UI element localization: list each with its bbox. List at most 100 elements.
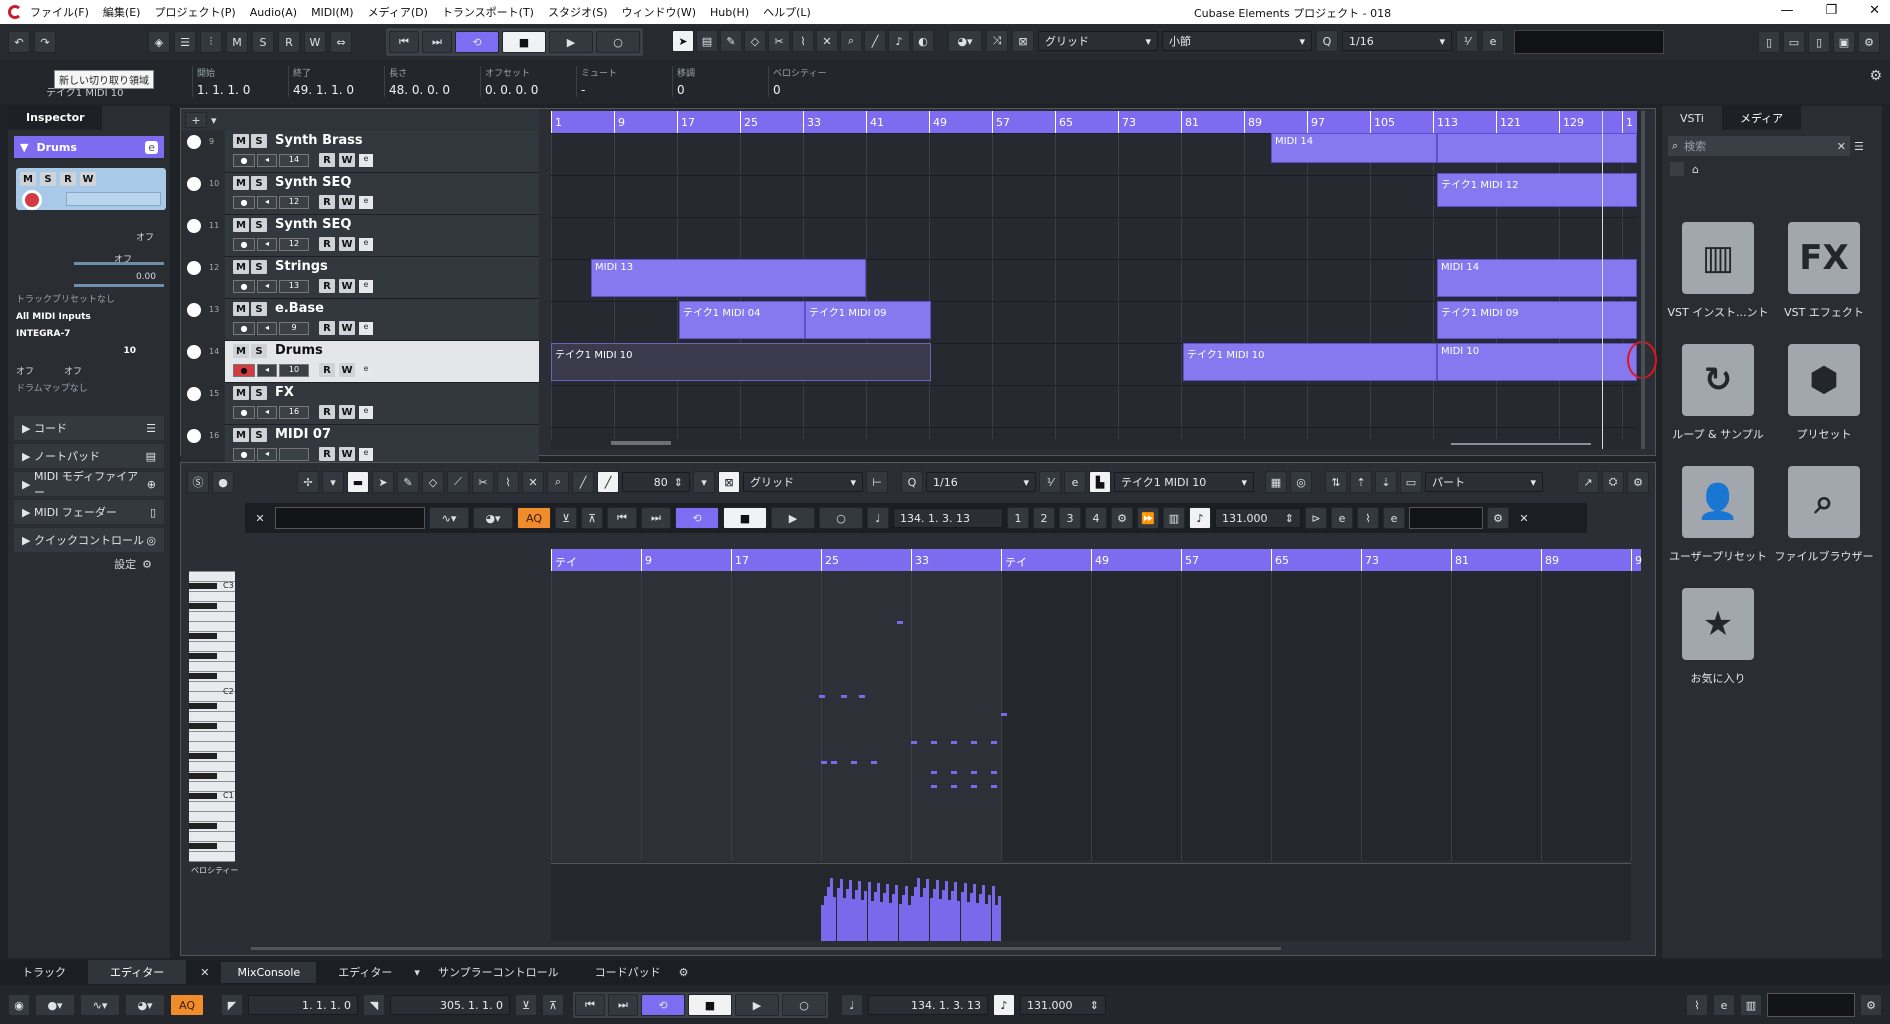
- piano-key[interactable]: [189, 641, 235, 642]
- piano-key[interactable]: [189, 661, 235, 662]
- right-locator[interactable]: 305. 1. 1. 0: [390, 995, 510, 1015]
- editor-snap-select[interactable]: グリッド ▾: [743, 472, 863, 492]
- speaker-tool-icon[interactable]: ♪: [888, 30, 910, 52]
- loop-icon[interactable]: ↻: [1682, 344, 1754, 416]
- clip-midi14-top-r[interactable]: [1437, 133, 1637, 163]
- track-name[interactable]: Synth SEQ: [275, 175, 351, 190]
- close-icon[interactable]: ✕: [200, 966, 209, 979]
- track-write-button[interactable]: W: [339, 279, 355, 293]
- midi-note[interactable]: [851, 761, 857, 764]
- nudge-icon[interactable]: ◕▾: [948, 30, 982, 52]
- mouse-pitch-icon[interactable]: ⇡: [1350, 471, 1372, 493]
- constrain-delay-icon[interactable]: ◈: [148, 31, 170, 53]
- info-cell[interactable]: 長さ 48. 0. 0. 0: [384, 66, 480, 97]
- project-ruler[interactable]: 1 9 17 25 33 41 49 57 65 73 81 89 97 105 113 121 129 1: [551, 111, 1637, 133]
- edit-icon[interactable]: e: [1331, 507, 1353, 529]
- record-mode-icon[interactable]: ●▾: [35, 994, 75, 1016]
- punch-out-icon[interactable]: ⊼: [581, 507, 603, 529]
- piano-key[interactable]: [189, 621, 235, 622]
- midi-note[interactable]: [971, 741, 977, 744]
- record-icon[interactable]: ○: [782, 994, 826, 1016]
- menu-item[interactable]: メディア(D): [368, 4, 428, 20]
- user-preset-icon[interactable]: 👤: [1682, 466, 1754, 538]
- eraser-tool-icon[interactable]: ◇: [744, 30, 766, 52]
- collapse-icon[interactable]: ▼: [20, 141, 28, 154]
- info-cell[interactable]: 移調 0: [672, 66, 768, 97]
- track-list-icon[interactable]: ☰: [174, 31, 196, 53]
- write-button[interactable]: W: [80, 172, 96, 186]
- menu-item[interactable]: プロジェクト(P): [154, 4, 235, 20]
- inspector-settings[interactable]: 設定 ⚙: [8, 556, 170, 572]
- piano-key[interactable]: [189, 731, 235, 732]
- drum-map-select[interactable]: ドラムマップなし: [16, 381, 166, 398]
- solo-editor-icon[interactable]: Ⓢ: [187, 471, 209, 493]
- file-browser-icon[interactable]: ⌕: [1788, 466, 1860, 538]
- marker-3-icon[interactable]: 3: [1059, 507, 1081, 529]
- left-locator[interactable]: 1. 1. 1. 0: [248, 995, 358, 1015]
- horizontal-scrollbar[interactable]: [611, 441, 671, 445]
- right-locator-icon[interactable]: ◥: [363, 994, 385, 1016]
- mute-all-button[interactable]: M: [226, 31, 248, 53]
- part-select[interactable]: テイク1 MIDI 10 ▾: [1114, 472, 1254, 492]
- track-read-button[interactable]: R: [319, 237, 335, 251]
- iq-icon[interactable]: ⅟: [1039, 471, 1061, 493]
- mute-tool-icon[interactable]: ✕: [522, 471, 544, 493]
- chevron-down-icon[interactable]: ▾: [693, 471, 715, 493]
- velocity-bar[interactable]: [997, 896, 1001, 941]
- menu-item[interactable]: Audio(A): [250, 6, 297, 19]
- piano-key[interactable]: [189, 771, 235, 772]
- quantize-icon[interactable]: Q: [901, 471, 923, 493]
- edit-icon[interactable]: e: [1713, 994, 1735, 1016]
- midi-note[interactable]: [897, 621, 903, 624]
- piano-key[interactable]: [189, 591, 235, 592]
- midi-note[interactable]: [831, 761, 837, 764]
- punch-out-icon[interactable]: ⊼: [542, 994, 564, 1016]
- piano-key[interactable]: [189, 651, 235, 652]
- grid-type-select[interactable]: 小節 ▾: [1162, 31, 1312, 51]
- piano-key[interactable]: [189, 821, 235, 822]
- settings-icon[interactable]: ⚙: [1627, 471, 1649, 493]
- piano-key[interactable]: [189, 601, 235, 602]
- track-name[interactable]: FX: [275, 385, 294, 400]
- fx-icon[interactable]: FX: [1788, 222, 1860, 294]
- section-notepad[interactable]: ▶ ノートパッド ▤: [14, 444, 164, 468]
- mixer-icon[interactable]: ⫶: [200, 31, 222, 53]
- track-row[interactable]: 16 M S MIDI 07 ● ◂ R We: [181, 425, 539, 467]
- metronome-mode-icon[interactable]: ◉: [8, 994, 30, 1016]
- track-name[interactable]: MIDI 07: [275, 427, 331, 442]
- go-to-end-icon[interactable]: ⏭: [608, 994, 638, 1016]
- click-icon[interactable]: ◕▾: [125, 994, 165, 1016]
- punch-in-icon[interactable]: ⊻: [515, 994, 537, 1016]
- tempo-track-icon[interactable]: ⏩: [1137, 507, 1159, 529]
- track-name[interactable]: Synth Brass: [275, 133, 363, 148]
- solo-button[interactable]: S: [40, 172, 56, 186]
- stop-icon[interactable]: ■: [502, 31, 546, 53]
- black-key[interactable]: [189, 703, 217, 709]
- acoustic-feedback-icon[interactable]: ●: [212, 471, 234, 493]
- stop-icon[interactable]: ■: [723, 507, 767, 529]
- menu-item[interactable]: ウィンドウ(W): [622, 4, 696, 20]
- snap-type-select[interactable]: グリッド ▾: [1038, 31, 1158, 51]
- marker-4-icon[interactable]: 4: [1085, 507, 1107, 529]
- black-key[interactable]: [189, 603, 217, 609]
- edit-icon[interactable]: e: [1064, 471, 1086, 493]
- track-solo-button[interactable]: S: [251, 218, 267, 232]
- track-row[interactable]: 13 M Se.Base ● ◂ 9 R We: [181, 299, 539, 341]
- track-solo-button[interactable]: S: [251, 428, 267, 442]
- clip-take1-midi10[interactable]: テイク1 MIDI 10: [1183, 343, 1437, 381]
- home-icon[interactable]: ⌂: [1692, 163, 1699, 176]
- record-enable-icon[interactable]: ●: [233, 447, 255, 461]
- midi-note[interactable]: [931, 771, 937, 774]
- editor-position[interactable]: 134. 1. 3. 13: [893, 508, 1003, 528]
- setup-icon[interactable]: ⛭: [1602, 471, 1624, 493]
- menu-item[interactable]: トランスポート(T): [442, 4, 534, 20]
- left-locator-icon[interactable]: ◤: [221, 994, 243, 1016]
- mute-button[interactable]: M: [20, 172, 36, 186]
- piano-key[interactable]: [189, 841, 235, 842]
- monitor-icon[interactable]: ◂: [257, 447, 277, 461]
- punch-in-icon[interactable]: ⊻: [555, 507, 577, 529]
- track-read-button[interactable]: R: [319, 321, 335, 335]
- show-info-icon[interactable]: ▬: [347, 471, 369, 493]
- midi-output[interactable]: INTEGRA-7: [16, 326, 166, 343]
- preset-icon[interactable]: ⬢: [1788, 344, 1860, 416]
